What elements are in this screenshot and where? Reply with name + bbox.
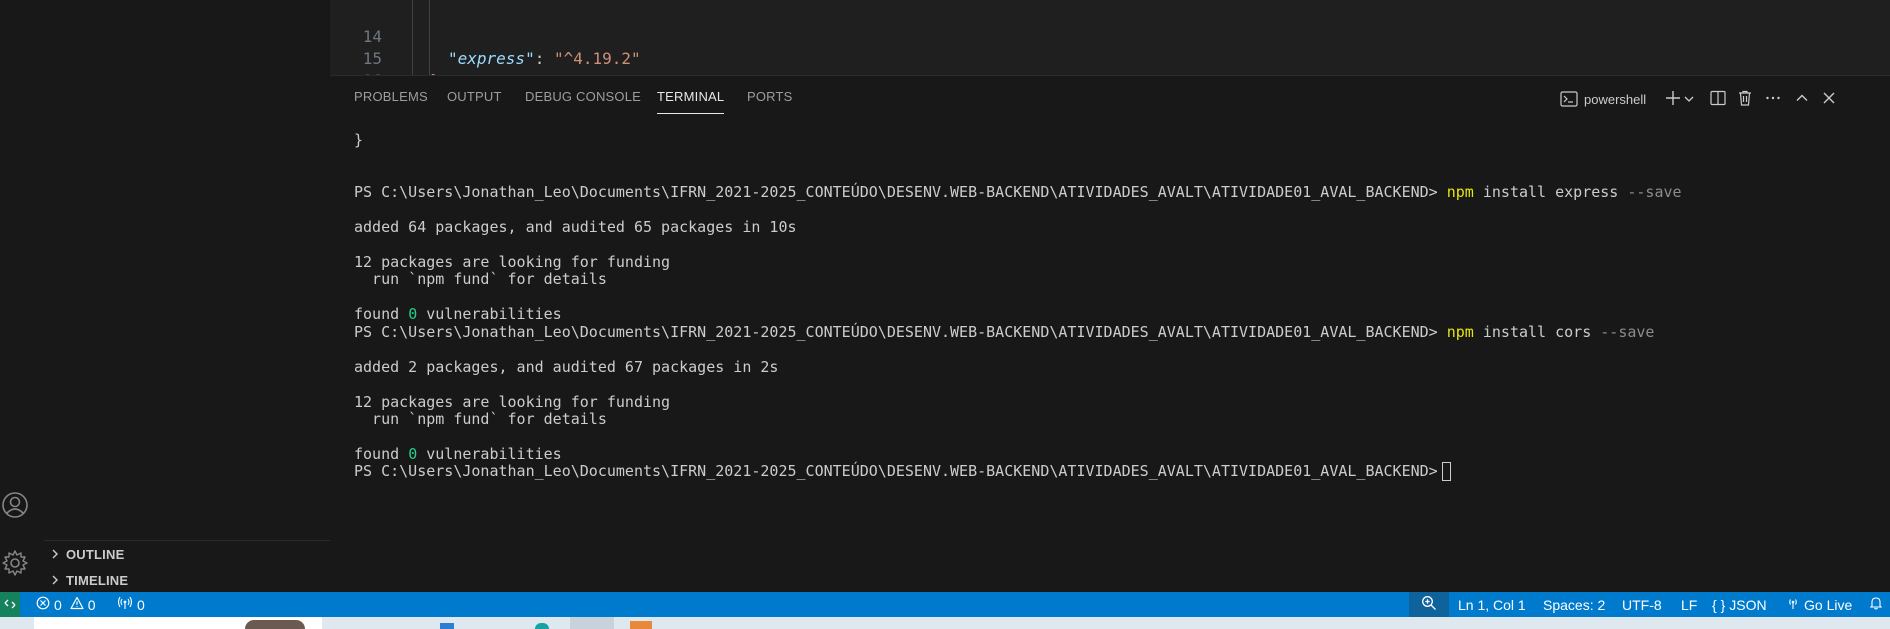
warning-icon [70, 596, 84, 613]
sidebar-section-label: OUTLINE [66, 546, 125, 562]
shell-label: powershell [1584, 91, 1647, 107]
warning-count: 0 [87, 596, 96, 613]
sidebar-section-outline[interactable]: OUTLINE [44, 541, 330, 567]
json-separator: : [534, 49, 554, 68]
terminal-command-line: PS C:\Users\Jonathan_Leo\Documents\IFRN_… [354, 182, 1682, 203]
language-label: JSON [1729, 596, 1767, 613]
found-suffix: vulnerabilities [417, 305, 562, 323]
remote-indicator[interactable] [0, 592, 20, 617]
taskbar-app-icon[interactable] [535, 623, 549, 629]
prompt: PS C:\Users\Jonathan_Leo\Documents\IFRN_… [354, 323, 1438, 341]
terminal-command-line: PS C:\Users\Jonathan_Leo\Documents\IFRN_… [354, 322, 1654, 343]
bell-icon [1869, 596, 1883, 613]
json-key: "express" [448, 49, 535, 68]
code-line: 14 "express": "^4.19.2" [330, 4, 641, 68]
end-of-line[interactable]: LF [1681, 592, 1697, 617]
broadcast-icon [117, 596, 133, 613]
command-flag: --save [1627, 183, 1682, 201]
close-panel-button[interactable] [1822, 86, 1836, 112]
settings-gear-icon[interactable] [0, 548, 30, 578]
split-icon [1710, 90, 1726, 109]
tab-output[interactable]: OUTPUT [447, 89, 502, 109]
ellipsis-icon [1765, 90, 1781, 109]
plus-icon [1665, 90, 1681, 109]
sidebar-section-label: TIMELINE [66, 572, 129, 588]
terminal-line: added 2 packages, and audited 67 package… [354, 358, 779, 376]
chevron-up-icon [1795, 91, 1809, 108]
os-taskbar [0, 617, 1890, 629]
maximize-panel-button[interactable] [1795, 86, 1809, 112]
panel-actions: powershell [1560, 86, 1890, 112]
more-actions-button[interactable] [1765, 86, 1781, 112]
close-icon [1822, 91, 1836, 108]
error-icon [36, 596, 50, 613]
remote-icon [4, 597, 16, 613]
code-text: "express": "^4.19.2" [448, 48, 641, 70]
braces-icon: { } [1712, 596, 1726, 613]
activity-bar [0, 0, 44, 592]
status-bar: 0 0 0 Ln 1, Col 1 Spaces: 2 UTF-8 LF { }… [0, 592, 1890, 617]
terminal-cursor [1441, 462, 1451, 481]
indent-guide [412, 0, 413, 75]
sidebar-section-timeline[interactable]: TIMELINE [44, 567, 330, 593]
indentation[interactable]: Spaces: 2 [1543, 592, 1605, 617]
prompt: PS C:\Users\Jonathan_Leo\Documents\IFRN_… [354, 462, 1438, 480]
tab-terminal[interactable]: TERMINAL [657, 89, 725, 114]
panel-tabs: PROBLEMS OUTPUT DEBUG CONSOLE TERMINAL P… [330, 76, 1230, 118]
encoding[interactable]: UTF-8 [1622, 592, 1662, 617]
panel: PROBLEMS OUTPUT DEBUG CONSOLE TERMINAL P… [330, 75, 1890, 593]
taskbar-app-icon[interactable] [570, 617, 614, 629]
account-icon[interactable] [0, 490, 30, 520]
command-name: npm [1446, 323, 1474, 341]
command-name: npm [1446, 183, 1474, 201]
terminal-prompt-line[interactable]: PS C:\Users\Jonathan_Leo\Documents\IFRN_… [354, 461, 1451, 482]
vulnerability-count: 0 [408, 305, 418, 323]
tab-debug-console[interactable]: DEBUG CONSOLE [525, 89, 641, 109]
new-terminal-button[interactable] [1665, 86, 1681, 112]
found-prefix: found [354, 305, 409, 323]
command-args: install cors [1482, 323, 1592, 341]
code-line: 15 } [330, 26, 440, 90]
go-live-button[interactable]: Go Live [1786, 592, 1852, 617]
language-mode[interactable]: { } JSON [1712, 592, 1767, 617]
terminal-profile[interactable]: powershell [1560, 86, 1646, 112]
editor[interactable]: 14 "express": "^4.19.2" 15 } 16 } [330, 0, 1890, 112]
notifications-button[interactable] [1869, 592, 1883, 617]
kill-terminal-button[interactable] [1738, 86, 1752, 112]
launch-profile-button[interactable] [1684, 86, 1694, 112]
command-args: install express [1482, 183, 1619, 201]
command-flag: --save [1600, 323, 1655, 341]
tab-ports[interactable]: PORTS [747, 89, 793, 109]
terminal-line: run `npm fund` for details [354, 410, 607, 428]
taskbar-avatar [245, 620, 305, 629]
trash-icon [1738, 90, 1752, 109]
chevron-right-icon [44, 549, 66, 559]
cursor-position[interactable]: Ln 1, Col 1 [1458, 592, 1526, 617]
chevron-down-icon [1684, 92, 1694, 107]
ports-indicator[interactable]: 0 [117, 592, 145, 617]
sidebar: OUTLINE TIMELINE [44, 0, 330, 592]
terminal-icon [1560, 91, 1578, 107]
terminal-output[interactable]: } PS C:\Users\Jonathan_Leo\Documents\IFR… [354, 130, 1874, 590]
indent-guide [429, 0, 430, 75]
taskbar-app-icon[interactable] [440, 623, 454, 629]
tab-problems[interactable]: PROBLEMS [354, 89, 428, 109]
problems-indicator[interactable]: 0 0 [36, 592, 96, 617]
terminal-line: added 64 packages, and audited 65 packag… [354, 218, 797, 236]
ports-count: 0 [137, 596, 145, 613]
split-terminal-button[interactable] [1710, 86, 1726, 112]
error-count: 0 [54, 596, 62, 613]
taskbar-app-icon[interactable] [630, 621, 652, 629]
zoom-indicator[interactable] [1409, 592, 1449, 617]
code-line: 16 } [330, 48, 422, 112]
prompt: PS C:\Users\Jonathan_Leo\Documents\IFRN_… [354, 183, 1438, 201]
terminal-line: } [354, 131, 364, 149]
zoom-icon [1421, 595, 1437, 614]
terminal-line: run `npm fund` for details [354, 270, 607, 288]
go-live-label: Go Live [1804, 596, 1853, 613]
chevron-right-icon [44, 575, 66, 585]
broadcast-icon [1786, 596, 1800, 613]
json-value: "^4.19.2" [553, 49, 641, 68]
